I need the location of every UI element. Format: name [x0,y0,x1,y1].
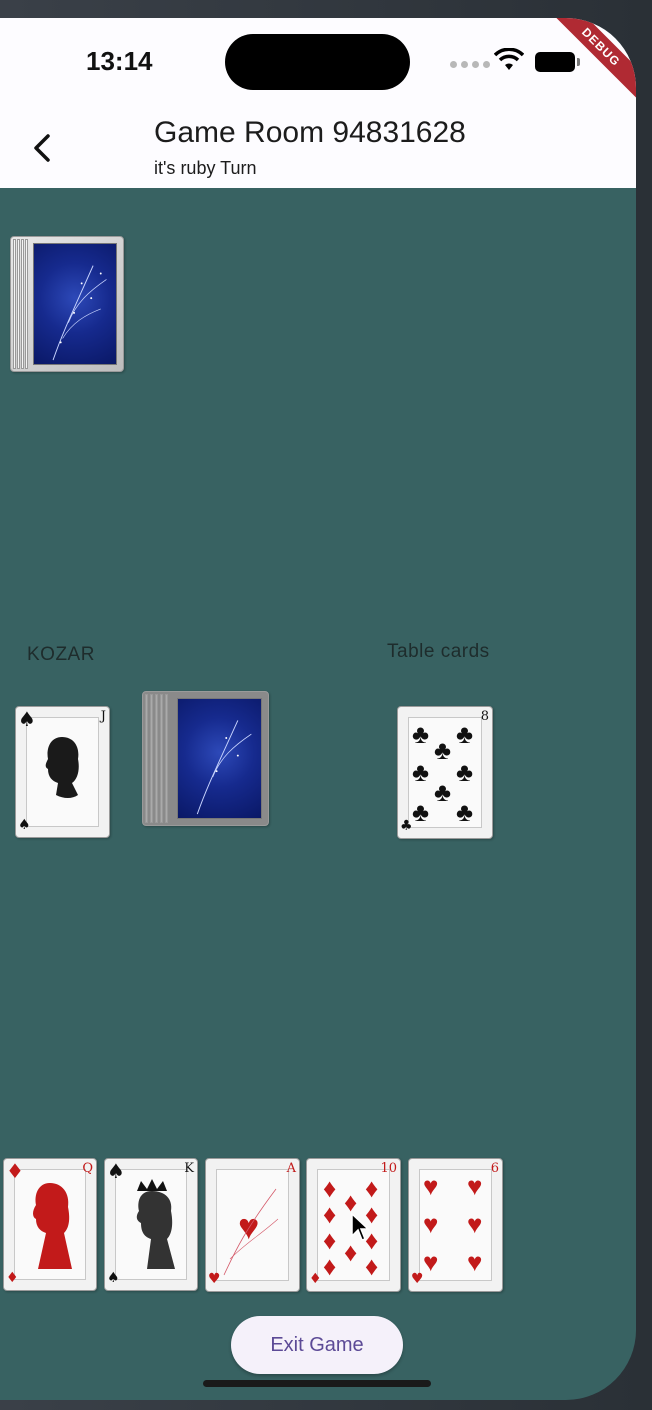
trump-label: KOZAR [27,644,95,665]
battery-icon [535,52,580,72]
queen-silhouette-icon [33,1183,72,1269]
hand-card[interactable]: 6 ♥ ♥ ♥ ♥ ♥ ♥ ♥ [408,1158,503,1292]
turn-indicator: it's ruby Turn [154,158,257,178]
exit-game-button[interactable]: Exit Game [231,1316,403,1374]
app-screen: 13:14 DEBUG Game Room 94831628 it's ruby… [0,18,636,1400]
floral-decoration-icon [223,1188,279,1276]
back-arrow-icon[interactable] [28,128,56,168]
hand-card[interactable]: ♦ Q ♦ [3,1158,97,1291]
mouse-cursor-icon [351,1212,370,1241]
signal-icon [450,61,490,68]
phone-frame: 13:14 DEBUG Game Room 94831628 it's ruby… [0,0,652,1410]
opponent-hand [10,236,124,372]
status-bar: 13:14 DEBUG [0,18,636,110]
card-back-pattern [177,698,262,819]
home-indicator [203,1380,431,1387]
table-card-rank: 8 [480,709,489,724]
hand-card[interactable]: ♠ K ♠ [104,1158,198,1291]
card-back-pattern [33,243,117,365]
trump-card: ♠ J ♠ [15,706,110,838]
hand-card[interactable]: A ♥ ♥ [205,1158,300,1292]
table-card: 8 ♣ ♣ ♣ ♣ ♣ ♣ ♣ ♣ ♣ [397,706,493,839]
table-card-suit: ♣ [400,818,413,834]
page-title: Game Room 94831628 [154,116,466,149]
king-silhouette-icon [136,1179,175,1269]
jack-silhouette-icon [45,737,79,798]
status-time: 13:14 [86,46,153,76]
wifi-icon [494,48,524,70]
trump-card-suit: ♠ [18,707,36,731]
table-cards-label: Table cards [387,641,490,662]
dynamic-island [225,34,410,90]
trump-card-rank: J [100,709,106,724]
app-bar: Game Room 94831628 it's ruby Turn [0,110,636,188]
draw-deck[interactable] [142,691,269,826]
